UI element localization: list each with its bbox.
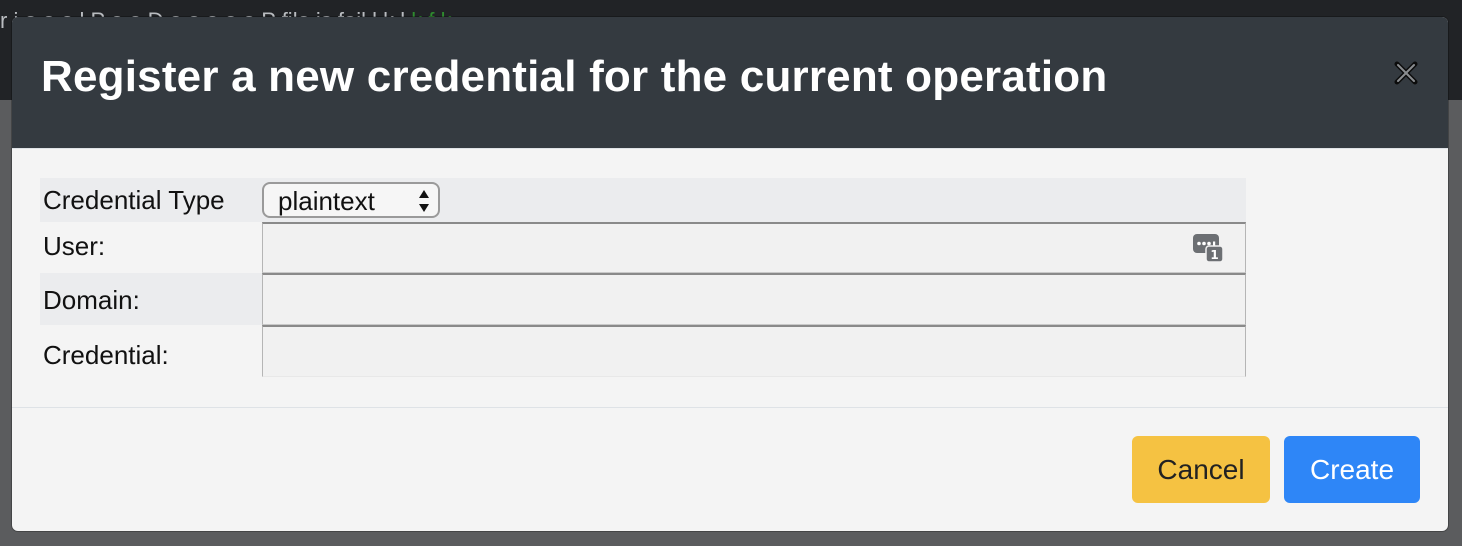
domain-label: Domain:: [43, 285, 140, 315]
svg-text:1: 1: [1210, 248, 1218, 262]
credential-type-select[interactable]: plaintext: [262, 182, 440, 218]
credential-row: Credential:: [40, 325, 1246, 377]
credential-form: Credential Type plaintext User: 1 Domain…: [40, 178, 1246, 377]
modal-title: Register a new credential for the curren…: [41, 52, 1108, 101]
credential-label: Credential:: [43, 340, 169, 370]
password-autofill-icon[interactable]: 1: [1192, 231, 1224, 263]
credential-modal: Register a new credential for the curren…: [12, 17, 1448, 531]
domain-input[interactable]: [262, 273, 1246, 325]
close-icon: [1394, 61, 1418, 85]
modal-footer: Cancel Create: [12, 407, 1448, 531]
cancel-button[interactable]: Cancel: [1132, 436, 1270, 503]
create-button[interactable]: Create: [1284, 436, 1420, 503]
user-row: User: 1: [40, 222, 1246, 273]
user-input[interactable]: [262, 222, 1246, 273]
credential-type-row: Credential Type plaintext: [40, 178, 1246, 222]
credential-type-label: Credential Type: [43, 185, 225, 215]
close-button[interactable]: [1390, 57, 1422, 89]
modal-body: Credential Type plaintext User: 1 Domain…: [12, 149, 1448, 407]
select-arrows-icon: [419, 190, 429, 212]
credential-input[interactable]: [262, 325, 1246, 377]
modal-header: Register a new credential for the curren…: [12, 17, 1448, 149]
domain-row: Domain:: [40, 273, 1246, 325]
credential-type-value: plaintext: [278, 186, 375, 216]
user-label: User:: [43, 231, 106, 261]
